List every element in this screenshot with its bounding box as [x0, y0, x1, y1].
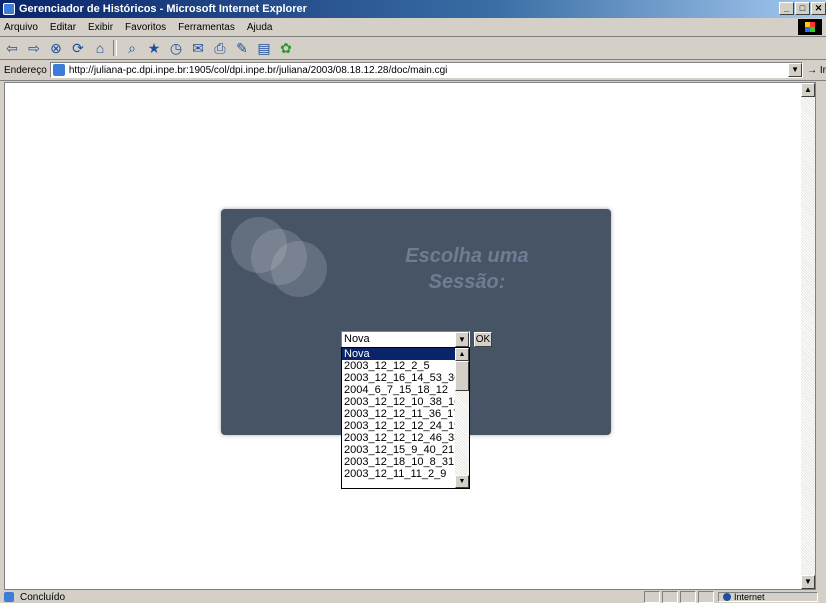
session-heading-line1: Escolha uma: [405, 245, 529, 267]
status-text: Concluído: [0, 591, 66, 603]
favorites-icon[interactable]: ★: [144, 39, 164, 57]
page-content: Escolha uma Sessão: Nova ▼ OK Nova 2003_…: [4, 82, 816, 590]
edit-icon[interactable]: ✎: [232, 39, 252, 57]
close-button[interactable]: ✕: [811, 2, 826, 15]
status-panel: [662, 591, 678, 603]
security-zone: Internet: [718, 592, 818, 602]
session-select-value: Nova: [344, 333, 370, 345]
menu-bar: Arquivo Editar Exibir Favoritos Ferramen…: [0, 18, 826, 37]
scroll-up-icon[interactable]: ▲: [801, 83, 815, 97]
dropdown-option[interactable]: 2003_12_12_11_36_17: [342, 408, 469, 420]
globe-icon: [723, 593, 731, 601]
maximize-button[interactable]: □: [795, 2, 810, 15]
address-input[interactable]: http://juliana-pc.dpi.inpe.br:1905/col/d…: [49, 62, 804, 78]
scroll-down-icon[interactable]: ▼: [455, 475, 469, 488]
session-heading-line2: Sessão:: [428, 271, 506, 293]
dropdown-option[interactable]: 2003_12_12_12_24_19: [342, 420, 469, 432]
mail-icon[interactable]: ✉: [188, 39, 208, 57]
dropdown-option[interactable]: 2003_12_16_14_53_36: [342, 372, 469, 384]
window-title: Gerenciador de Históricos - Microsoft In…: [19, 3, 307, 15]
refresh-icon[interactable]: ⟳: [68, 39, 88, 57]
address-dropdown-icon[interactable]: ▼: [788, 63, 803, 77]
scroll-down-icon[interactable]: ▼: [801, 575, 815, 589]
address-bar: Endereço http://juliana-pc.dpi.inpe.br:1…: [0, 60, 826, 81]
search-icon[interactable]: ⌕: [122, 39, 142, 57]
scroll-thumb[interactable]: [455, 361, 469, 391]
menu-arquivo[interactable]: Arquivo: [0, 22, 44, 33]
messenger-icon[interactable]: ✿: [276, 39, 296, 57]
window-controls: _ □ ✕: [779, 2, 826, 15]
page-scrollbar[interactable]: ▲ ▼: [801, 83, 815, 589]
windows-logo-icon: [798, 19, 822, 35]
history-icon[interactable]: ◷: [166, 39, 186, 57]
session-select-row: Nova ▼ OK: [341, 331, 492, 348]
address-url: http://juliana-pc.dpi.inpe.br:1905/col/d…: [68, 64, 448, 76]
page-icon: [52, 64, 65, 76]
menu-ajuda[interactable]: Ajuda: [241, 22, 279, 33]
dropdown-option[interactable]: 2003_12_18_10_8_31: [342, 456, 469, 468]
status-panel: [644, 591, 660, 603]
toolbar-separator: [113, 40, 117, 56]
dropdown-option[interactable]: 2003_12_15_9_40_21: [342, 444, 469, 456]
title-bar: Gerenciador de Históricos - Microsoft In…: [0, 0, 826, 18]
forward-icon[interactable]: ⇨: [24, 39, 44, 57]
back-icon[interactable]: ⇦: [2, 39, 22, 57]
menu-ferramentas[interactable]: Ferramentas: [172, 22, 241, 33]
print-icon[interactable]: ⎙: [210, 39, 230, 57]
status-label: Concluído: [20, 591, 66, 603]
scroll-up-icon[interactable]: ▲: [455, 348, 469, 361]
ok-button[interactable]: OK: [474, 332, 492, 347]
session-select[interactable]: Nova ▼: [341, 331, 470, 348]
go-label: Ir: [819, 64, 826, 76]
stop-icon[interactable]: ⊗: [46, 39, 66, 57]
page-done-icon: [4, 591, 14, 602]
home-icon[interactable]: ⌂: [90, 39, 110, 57]
status-zone: Internet: [642, 591, 818, 603]
dropdown-option[interactable]: 2003_12_11_11_2_9: [342, 468, 469, 480]
chevron-down-icon[interactable]: ▼: [455, 332, 469, 347]
discuss-icon[interactable]: ▤: [254, 39, 274, 57]
minimize-button[interactable]: _: [779, 2, 794, 15]
menu-editar[interactable]: Editar: [44, 22, 82, 33]
zone-label: Internet: [734, 592, 765, 602]
ie-app-icon: [3, 3, 15, 15]
session-heading: Escolha uma Sessão:: [367, 243, 567, 295]
dropdown-option[interactable]: 2003_12_12_2_5: [342, 360, 469, 372]
session-dropdown-list: Nova 2003_12_12_2_5 2003_12_16_14_53_36 …: [341, 347, 470, 489]
dropdown-scrollbar[interactable]: ▲ ▼: [455, 348, 469, 488]
dropdown-option[interactable]: 2003_12_12_10_38_16: [342, 396, 469, 408]
toolbar: ⇦ ⇨ ⊗ ⟳ ⌂ ⌕ ★ ◷ ✉ ⎙ ✎ ▤ ✿: [0, 37, 826, 60]
dropdown-option[interactable]: Nova: [342, 348, 469, 360]
menu-exibir[interactable]: Exibir: [82, 22, 119, 33]
dropdown-option[interactable]: 2003_12_12_12_46_33: [342, 432, 469, 444]
menu-favoritos[interactable]: Favoritos: [119, 22, 172, 33]
decorative-circle: [271, 241, 327, 297]
go-button[interactable]: → Ir: [807, 65, 826, 76]
status-panel: [680, 591, 696, 603]
status-panel: [698, 591, 714, 603]
dropdown-option[interactable]: 2004_6_7_15_18_12: [342, 384, 469, 396]
status-bar: Concluído Internet: [0, 591, 826, 603]
address-label: Endereço: [4, 64, 47, 76]
